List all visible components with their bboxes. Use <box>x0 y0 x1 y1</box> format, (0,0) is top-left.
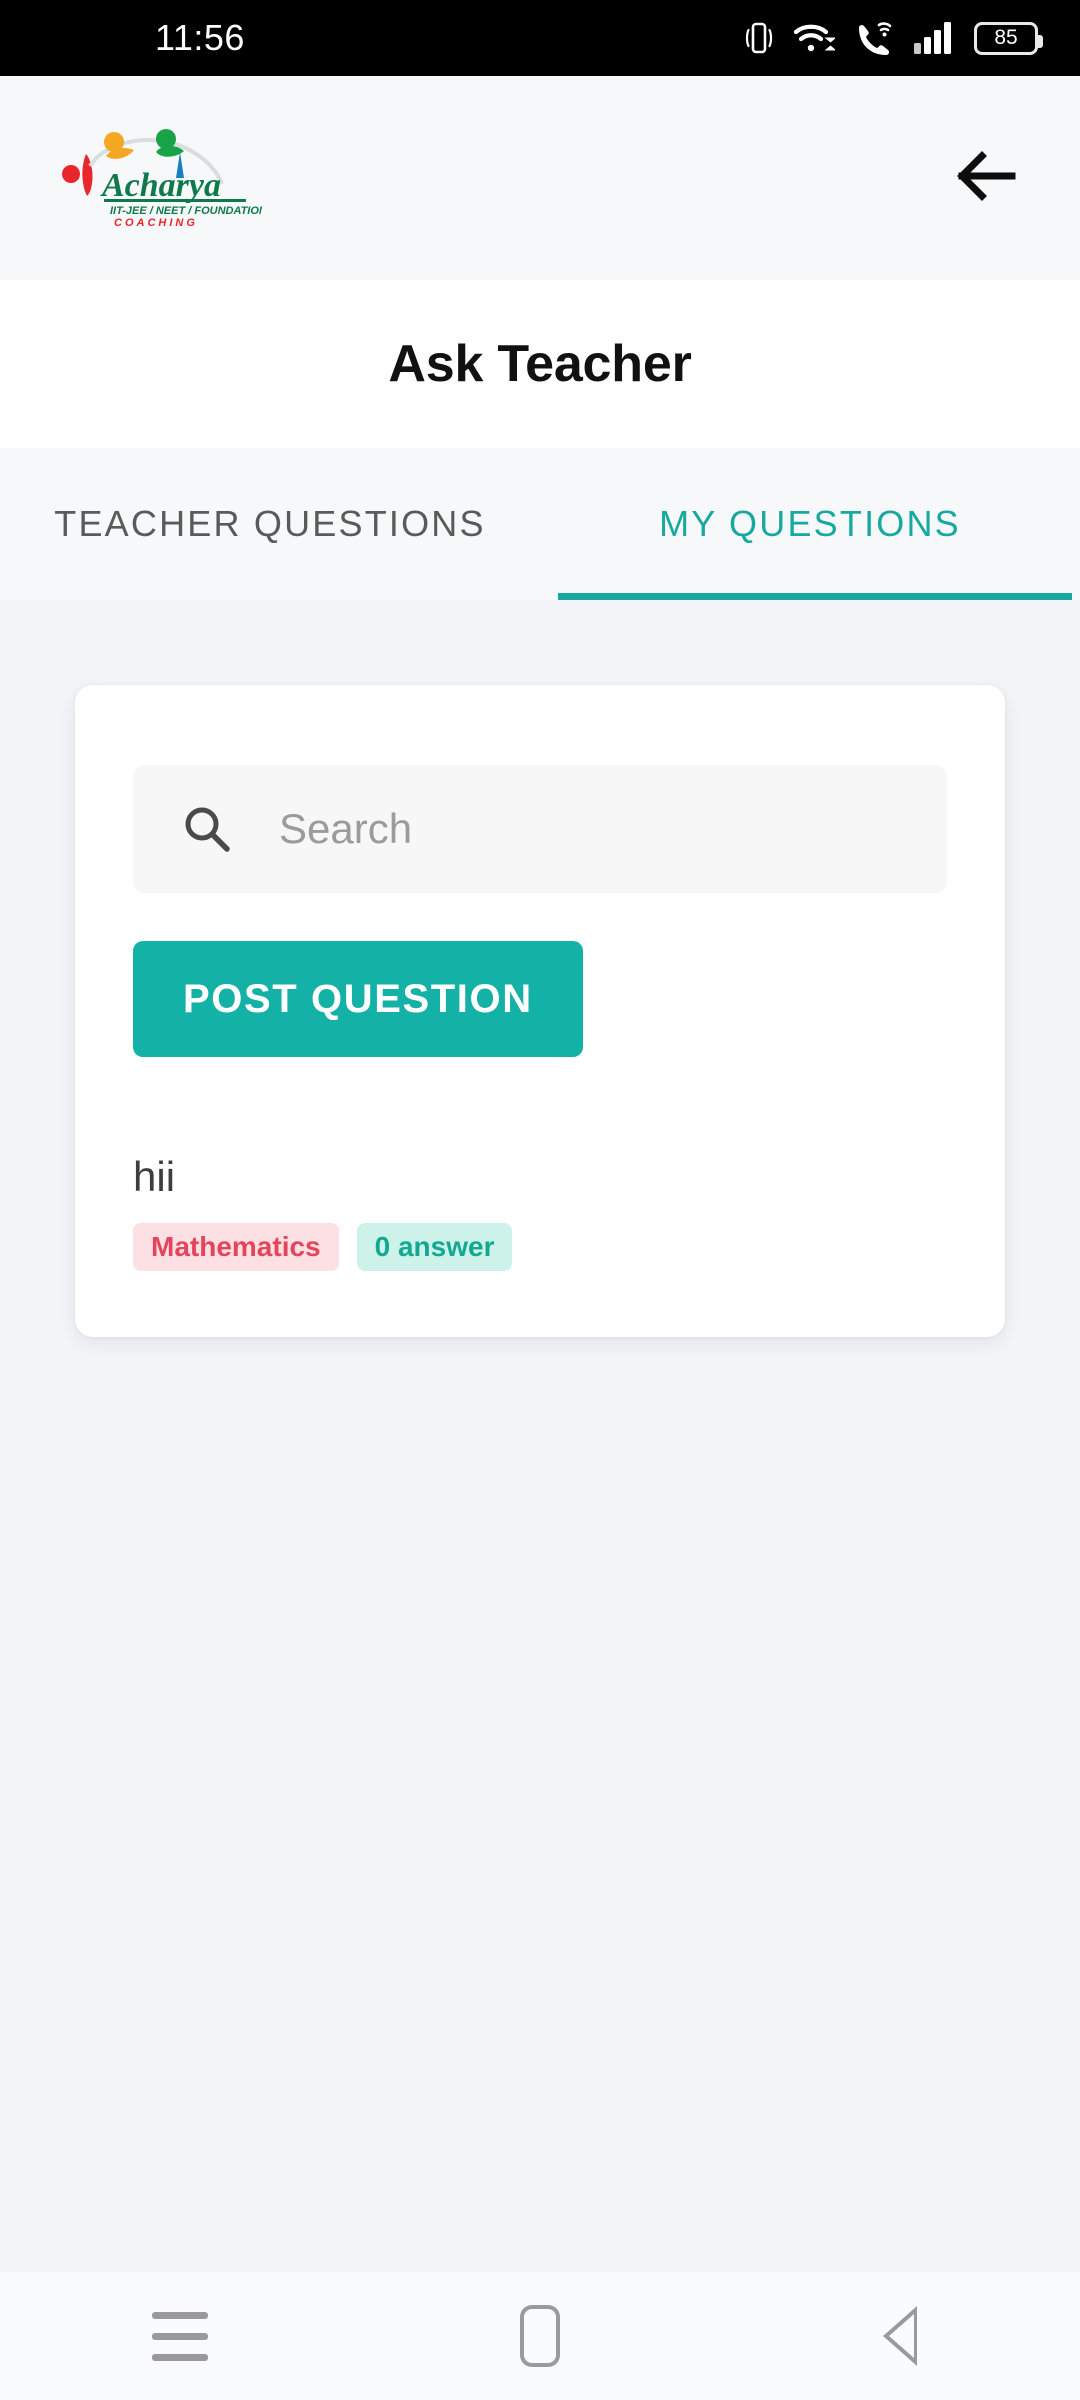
nav-home-button[interactable] <box>360 2272 720 2400</box>
tab-my-questions[interactable]: MY QUESTIONS <box>540 448 1080 600</box>
subject-badge: Mathematics <box>133 1223 339 1271</box>
system-nav-bar <box>0 2272 1080 2400</box>
answers-badge: 0 answer <box>356 1223 513 1271</box>
question-text: hii <box>133 1153 176 1200</box>
status-time: 11:56 <box>155 17 245 58</box>
signal-icon <box>913 21 955 55</box>
post-question-button[interactable]: POST QUESTION <box>133 941 583 1057</box>
nav-recents-button[interactable] <box>0 2272 360 2400</box>
back-triangle-icon <box>883 2306 917 2366</box>
tab-my-questions-label: MY QUESTIONS <box>659 503 961 544</box>
page-title-bar: Ask Teacher <box>0 280 1080 448</box>
search-input[interactable] <box>279 805 839 853</box>
recents-icon <box>152 2311 208 2361</box>
search-bar[interactable] <box>133 765 947 893</box>
battery-icon: 85 <box>974 21 1043 55</box>
svg-text:IIT-JEE / NEET / FOUNDATION: IIT-JEE / NEET / FOUNDATION <box>110 205 262 217</box>
content-area: POST QUESTION hii Mathematics 0 answer <box>0 600 1080 2272</box>
status-icon-group: 85 <box>744 20 1043 56</box>
back-button[interactable] <box>942 133 1032 223</box>
search-icon <box>181 803 233 855</box>
question-tags: Mathematics 0 answer <box>133 1223 947 1271</box>
home-icon <box>520 2305 560 2367</box>
svg-text:COACHING: COACHING <box>114 217 198 229</box>
nav-back-button[interactable] <box>720 2272 1080 2400</box>
vibrate-icon <box>744 20 774 56</box>
app-header: Acharya IIT-JEE / NEET / FOUNDATION COAC… <box>0 76 1080 280</box>
acharya-logo: Acharya IIT-JEE / NEET / FOUNDATION COAC… <box>62 126 262 230</box>
wifi-calling-icon <box>854 20 894 56</box>
page-title: Ask Teacher <box>388 335 692 393</box>
tab-teacher-questions-label: TEACHER QUESTIONS <box>54 503 486 544</box>
status-bar: 11:56 85 <box>0 0 1080 76</box>
question-list: hii Mathematics 0 answer <box>133 1153 947 1275</box>
list-item[interactable]: hii Mathematics 0 answer <box>133 1153 947 1275</box>
arrow-left-icon <box>956 148 1018 209</box>
battery-level: 85 <box>994 26 1018 49</box>
tab-bar: TEACHER QUESTIONS MY QUESTIONS <box>0 448 1080 600</box>
tab-teacher-questions[interactable]: TEACHER QUESTIONS <box>0 448 540 600</box>
app-screen: 11:56 85 Acharya IIT-JEE / NEET / FOUNDA… <box>0 0 1080 2400</box>
questions-card: POST QUESTION hii Mathematics 0 answer <box>75 685 1005 1337</box>
wifi-icon <box>793 20 835 56</box>
svg-text:Acharya: Acharya <box>100 167 221 204</box>
